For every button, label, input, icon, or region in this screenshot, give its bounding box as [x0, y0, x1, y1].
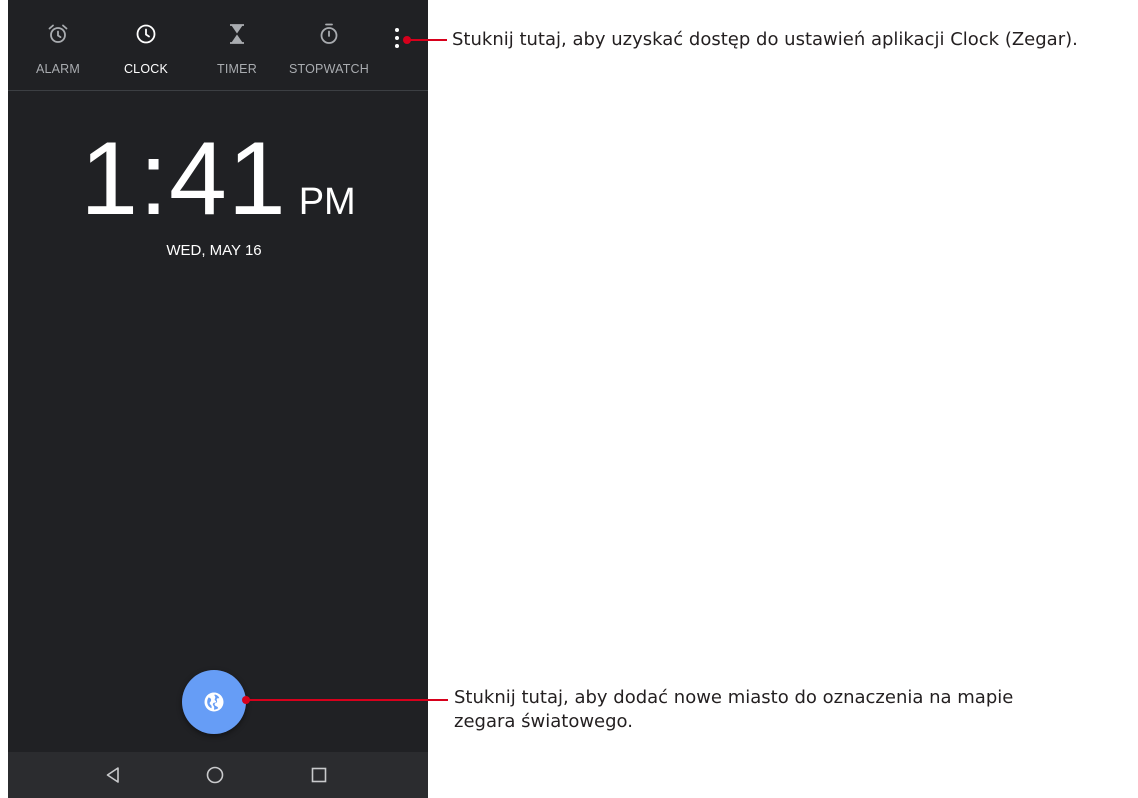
time-ampm: PM: [298, 181, 356, 223]
tab-alarm-label: ALARM: [35, 62, 81, 76]
add-city-button[interactable]: [182, 670, 246, 734]
home-icon[interactable]: [204, 764, 226, 786]
tab-timer-label: TIMER: [217, 62, 257, 76]
tab-stopwatch-label: STOPWATCH: [288, 62, 370, 76]
recents-icon[interactable]: [308, 764, 330, 786]
hourglass-icon: [230, 24, 244, 44]
fab-annotation-text: Stuknij tutaj, aby dodać nowe miasto do …: [454, 686, 1134, 734]
clock-icon: [136, 24, 156, 44]
current-date: WED, MAY 16: [166, 242, 262, 259]
menu-annotation-text: Stuknij tutaj, aby uzyskać dostęp do ust…: [452, 29, 1078, 50]
fab-annotation-leader: [246, 699, 448, 701]
fab-annotation-line-2: zegara światowego.: [454, 711, 633, 732]
time-hours-minutes: 1:41: [80, 121, 287, 237]
navigation-bar: [8, 752, 428, 798]
menu-annotation-leader: [407, 39, 447, 41]
clock-app-screen: ALARM CLOCK TIMER STOPWATCH 1:41 PM WED,…: [8, 0, 428, 798]
tab-stopwatch[interactable]: STOPWATCH: [279, 0, 379, 90]
more-vert-icon[interactable]: [390, 24, 404, 54]
current-time: 1:41 PM: [8, 120, 428, 239]
tab-alarm[interactable]: ALARM: [8, 0, 108, 90]
tab-timer[interactable]: TIMER: [187, 0, 287, 90]
fab-annotation-line-1: Stuknij tutaj, aby dodać nowe miasto do …: [454, 687, 1014, 708]
back-icon[interactable]: [102, 764, 124, 786]
tab-clock-label: CLOCK: [123, 62, 169, 76]
tab-bar: ALARM CLOCK TIMER STOPWATCH: [8, 0, 428, 91]
globe-icon: [204, 692, 224, 712]
tab-clock[interactable]: CLOCK: [96, 0, 196, 90]
stopwatch-icon: [320, 23, 338, 44]
alarm-icon: [48, 24, 68, 43]
